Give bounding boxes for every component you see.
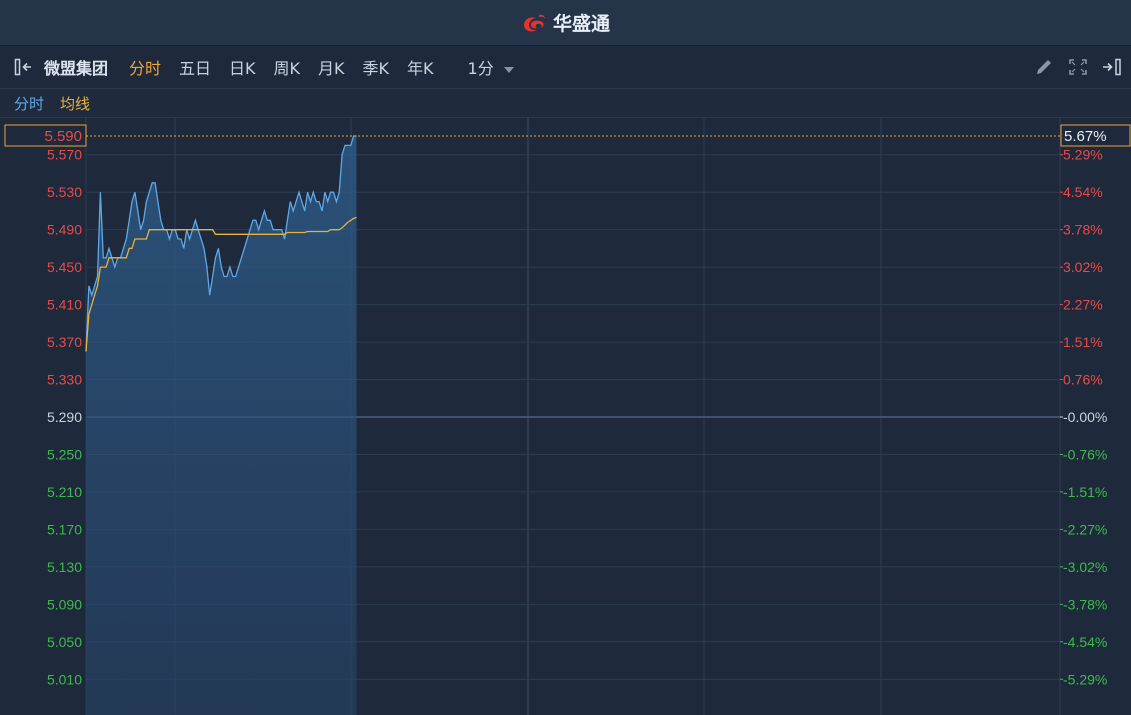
current-price-label: 5.590 [44,128,82,145]
interval-select[interactable]: 1分 [459,55,523,79]
expand-right-icon[interactable] [1101,57,1125,77]
y-tick-price-label: 5.330 [47,372,82,388]
y-tick-price-label: 5.290 [47,409,82,425]
brand-name: 华盛通 [552,13,610,35]
brand-logo-icon [523,14,545,31]
y-tick-price-label: 5.090 [47,596,82,612]
y-tick-price-label: 5.250 [47,446,82,462]
tab-five-day[interactable]: 五日 [170,55,220,79]
interval-value: 1分 [467,59,494,78]
y-tick-price-label: 5.410 [47,297,82,313]
app-header: 华盛通 [0,0,1131,46]
toolbar-actions [1033,46,1125,88]
y-tick-price-label: 5.010 [47,671,82,687]
y-tick-percent-label: 3.78% [1063,222,1103,238]
fullscreen-icon[interactable] [1067,57,1089,77]
intraday-chart[interactable]: 5.570 5.29% 5.530 4.54% 5.490 3.78% 5.450 3.02%… [0,118,1131,715]
current-change-label: 5.67% [1064,128,1107,145]
tab-weekly-k[interactable]: 周K [265,55,310,79]
y-tick-percent-label: -2.27% [1063,521,1107,537]
pencil-icon[interactable] [1033,57,1055,77]
y-tick-percent-label: 1.51% [1063,334,1103,350]
y-tick-price-label: 5.050 [47,634,82,650]
y-tick-price-label: 5.490 [47,222,82,238]
chart-toolbar: 微盟集团 分时 五日 日K 周K 月K 季K 年K 1分 [0,46,1131,89]
y-tick-percent-label: -0.00% [1063,409,1107,425]
y-tick-percent-label: 5.29% [1063,147,1103,163]
y-tick-percent-label: 3.02% [1063,259,1103,275]
chart-legend: 分时 均线 [0,89,1131,118]
y-tick-percent-label: -1.51% [1063,484,1107,500]
tab-daily-k[interactable]: 日K [220,55,265,79]
y-tick-percent-label: -4.54% [1063,634,1107,650]
y-tick-price-label: 5.210 [47,484,82,500]
y-tick-percent-label: 0.76% [1063,372,1103,388]
y-tick-price-label: 5.570 [47,147,82,163]
y-tick-price-label: 5.130 [47,559,82,575]
collapse-left-icon[interactable] [14,57,40,77]
y-tick-percent-label: -3.02% [1063,559,1107,575]
tab-yearly-k[interactable]: 年K [398,55,443,79]
y-tick-price-label: 5.530 [47,184,82,200]
y-tick-price-label: 5.170 [47,521,82,537]
y-tick-percent-label: -3.78% [1063,596,1107,612]
stock-name[interactable]: 微盟集团 [40,55,120,79]
y-tick-percent-label: 2.27% [1063,297,1103,313]
tab-intraday[interactable]: 分时 [120,55,170,79]
legend-average: 均线 [60,94,91,113]
legend-price: 分时 [14,94,45,113]
y-tick-percent-label: 4.54% [1063,184,1103,200]
tab-monthly-k[interactable]: 月K [309,55,354,79]
y-tick-price-label: 5.450 [47,259,82,275]
chevron-down-icon [503,66,514,73]
tab-quarterly-k[interactable]: 季K [354,55,399,79]
y-tick-percent-label: -0.76% [1063,446,1107,462]
y-tick-price-label: 5.370 [47,334,82,350]
brand: 华盛通 [521,9,610,36]
y-tick-percent-label: -5.29% [1063,671,1107,687]
